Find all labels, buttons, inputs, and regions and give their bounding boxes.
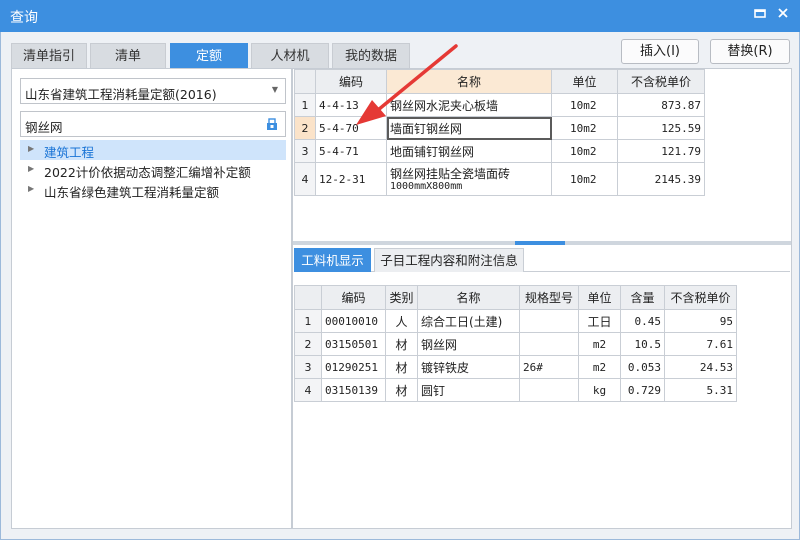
annotation-arrow bbox=[356, 44, 458, 125]
arrow-head bbox=[356, 100, 386, 125]
arrow-shaft bbox=[376, 44, 458, 112]
